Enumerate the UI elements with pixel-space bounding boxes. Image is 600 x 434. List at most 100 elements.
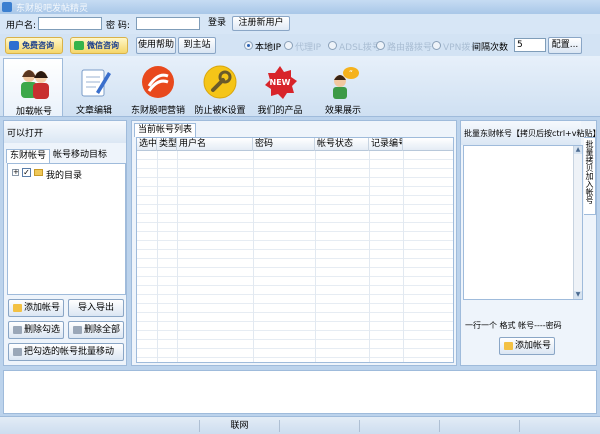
new-badge-icon: NEW bbox=[265, 66, 297, 99]
options-bar: 免费咨询 微信咨询 使用帮助 到主站 本地IP 代理IP ADSL拨号 路由器拨… bbox=[0, 34, 600, 56]
go-site-button[interactable]: 到主站 bbox=[178, 37, 216, 54]
status-segment bbox=[0, 420, 200, 432]
col-divider bbox=[403, 151, 404, 362]
toolbar-anti-ban-settings[interactable]: 防止被K设置 bbox=[190, 58, 250, 116]
app-icon bbox=[2, 2, 12, 12]
toolbar-anti-ban-settings-label: 防止被K设置 bbox=[194, 106, 246, 116]
delete-all-button[interactable]: 删除全部 bbox=[68, 321, 124, 339]
wrench-icon bbox=[203, 65, 237, 99]
ip-mode-adsl-radio[interactable] bbox=[328, 41, 337, 50]
tab-current-accounts[interactable]: 当前帐号列表 bbox=[134, 123, 197, 137]
main-toolbar: 加载帐号 文章编辑 东财股吧营销 防止被K设置 NEW 我们的产品 “ 效果展示 bbox=[0, 56, 600, 117]
col-selected[interactable]: 选中 bbox=[137, 138, 157, 151]
eraser-icon bbox=[73, 326, 82, 334]
toolbar-load-accounts[interactable]: 加载帐号 bbox=[3, 58, 63, 117]
import-export-button[interactable]: 导入导出 bbox=[68, 299, 124, 317]
account-panel-heading: 可以打开 bbox=[7, 129, 44, 139]
interval-label: 间隔次数 bbox=[472, 43, 509, 53]
toolbar-eastmoney-marketing-label: 东财股吧营销 bbox=[130, 106, 185, 116]
col-divider bbox=[177, 151, 178, 362]
ip-mode-adsl-label: ADSL拨号 bbox=[339, 43, 381, 53]
col-password[interactable]: 密码 bbox=[253, 138, 315, 151]
ip-mode-router-radio[interactable] bbox=[376, 41, 385, 50]
ip-mode-local-radio[interactable] bbox=[244, 41, 253, 50]
ip-mode-vpn-radio[interactable] bbox=[432, 41, 441, 50]
tree-item-label: 我的目录 bbox=[46, 171, 83, 181]
tree-expander[interactable]: + bbox=[12, 169, 19, 176]
svg-text:“: “ bbox=[349, 69, 353, 78]
tab-batch-copy[interactable]: 批量拷贝加入帐号 bbox=[584, 137, 596, 215]
add-account-button[interactable]: 添加帐号 bbox=[8, 299, 64, 317]
textarea-scrollbar[interactable]: ▲ ▼ bbox=[573, 146, 582, 299]
eraser-icon bbox=[13, 326, 22, 334]
toolbar-article-edit-label: 文章编辑 bbox=[75, 106, 112, 116]
delete-checked-button[interactable]: 删除勾选 bbox=[8, 321, 64, 339]
account-panel-header: 可以打开 bbox=[4, 121, 126, 143]
col-username[interactable]: 用户名 bbox=[177, 138, 253, 151]
batch-add-account-button[interactable]: 添加帐号 bbox=[499, 337, 555, 355]
toolbar-load-accounts-label: 加载帐号 bbox=[15, 107, 52, 117]
table-header: 选中 类型 用户名 密码 帐号状态 记录编号 bbox=[137, 138, 453, 151]
ip-mode-proxy-radio[interactable] bbox=[284, 41, 293, 50]
toolbar-showcase-label: 效果展示 bbox=[324, 106, 361, 116]
folder-icon bbox=[34, 169, 43, 176]
window-title: 东财股吧发帖精灵 bbox=[16, 4, 89, 14]
tab-eastmoney-accounts[interactable]: 东财帐号 bbox=[6, 149, 51, 163]
svg-text:NEW: NEW bbox=[270, 78, 291, 87]
status-segment bbox=[360, 420, 440, 432]
register-button[interactable]: 注册新用户 bbox=[232, 16, 290, 31]
col-status[interactable]: 帐号状态 bbox=[315, 138, 369, 151]
login-bar: 用户名: 密 码: 登录 注册新用户 bbox=[0, 14, 600, 34]
interval-spinner[interactable]: 5 bbox=[514, 38, 546, 52]
account-table: 选中 类型 用户名 密码 帐号状态 记录编号 bbox=[136, 137, 454, 363]
ip-mode-proxy-label: 代理IP bbox=[295, 43, 322, 53]
login-button[interactable]: 登录 bbox=[204, 16, 230, 31]
password-input[interactable] bbox=[136, 17, 200, 30]
password-label: 密 码: bbox=[106, 21, 130, 31]
batch-move-label: 把勾选的帐号批量移动 bbox=[24, 347, 115, 357]
free-consult-button[interactable]: 免费咨询 bbox=[5, 37, 63, 54]
format-hint: 一行一个 格式 帐号----密码 bbox=[465, 321, 562, 330]
toolbar-our-products[interactable]: NEW 我们的产品 bbox=[250, 58, 310, 116]
wechat-icon bbox=[74, 41, 84, 50]
scroll-up-icon[interactable]: ▲ bbox=[574, 146, 582, 154]
batch-add-header: 批量东财帐号【拷贝后按ctrl+v粘贴】 bbox=[461, 121, 600, 145]
person-quote-icon: “ bbox=[333, 67, 359, 99]
username-input[interactable] bbox=[38, 17, 102, 30]
add-account-icon bbox=[504, 342, 513, 350]
wechat-consult-button[interactable]: 微信咨询 bbox=[70, 37, 128, 54]
col-type[interactable]: 类型 bbox=[157, 138, 177, 151]
config-button[interactable]: 配置... bbox=[548, 37, 582, 54]
tab-move-target[interactable]: 帐号移动目标 bbox=[50, 149, 110, 163]
free-consult-label: 免费咨询 bbox=[22, 41, 54, 50]
batch-move-button[interactable]: 把勾选的帐号批量移动 bbox=[8, 343, 124, 361]
wechat-consult-label: 微信咨询 bbox=[87, 41, 119, 50]
directory-tree: + ✓ 我的目录 bbox=[7, 163, 126, 295]
toolbar-eastmoney-marketing[interactable]: 东财股吧营销 bbox=[128, 58, 188, 116]
username-label: 用户名: bbox=[6, 21, 37, 31]
toolbar-our-products-label: 我们的产品 bbox=[257, 106, 303, 116]
add-account-label: 添加帐号 bbox=[24, 303, 61, 313]
table-body bbox=[137, 151, 453, 362]
help-button[interactable]: 使用帮助 bbox=[136, 37, 176, 54]
batch-accounts-textarea[interactable]: ▲ ▼ bbox=[463, 145, 583, 300]
col-divider bbox=[369, 151, 370, 362]
users-icon bbox=[21, 70, 49, 99]
col-divider bbox=[253, 151, 254, 362]
toolbar-showcase[interactable]: “ 效果展示 bbox=[313, 58, 373, 116]
ip-mode-local-label: 本地IP bbox=[255, 43, 282, 53]
ip-mode-router-label: 路由器拨号 bbox=[387, 43, 433, 53]
delete-all-label: 删除全部 bbox=[84, 325, 121, 335]
tree-checkbox[interactable]: ✓ bbox=[22, 168, 31, 177]
account-panel: 可以打开 东财帐号 帐号移动目标 + ✓ 我的目录 添加帐号 导入导出 删除勾选… bbox=[3, 120, 127, 366]
log-area bbox=[3, 370, 597, 414]
delete-checked-label: 删除勾选 bbox=[24, 325, 61, 335]
eastmoney-logo-icon bbox=[142, 66, 174, 98]
scroll-down-icon[interactable]: ▼ bbox=[574, 291, 582, 299]
toolbar-article-edit[interactable]: 文章编辑 bbox=[64, 58, 124, 116]
batch-add-panel: 批量东财帐号【拷贝后按ctrl+v粘贴】 ▲ ▼ 批量拷贝加入帐号 一行一个 格… bbox=[460, 120, 600, 366]
account-tabs: 东财帐号 帐号移动目标 bbox=[6, 149, 126, 163]
status-segment bbox=[440, 420, 520, 432]
batch-add-account-label: 添加帐号 bbox=[515, 341, 552, 351]
col-record-no[interactable]: 记录编号 bbox=[369, 138, 403, 151]
